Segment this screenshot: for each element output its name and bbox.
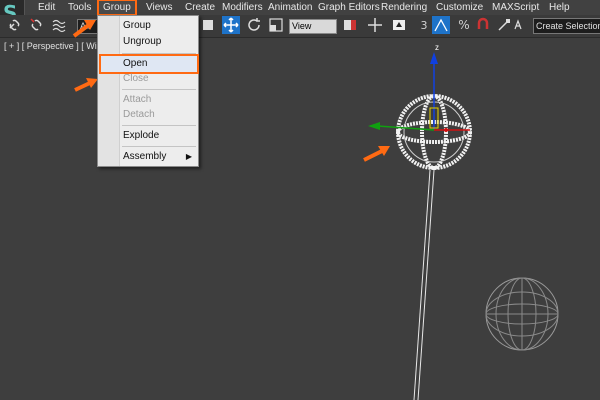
link-icon[interactable]: [6, 16, 24, 34]
menu-item-explode-label: Explode: [123, 130, 160, 141]
menu-item-attach-label: Attach: [123, 94, 152, 105]
keyboard-shortcut-icon[interactable]: [390, 16, 408, 34]
pivot-center-icon[interactable]: [341, 16, 359, 34]
menu-item-assembly-label: Assembly: [123, 151, 167, 162]
menu-views[interactable]: Views: [146, 1, 173, 14]
move-gizmo[interactable]: [368, 52, 470, 132]
percent-snap-icon[interactable]: %: [455, 16, 473, 34]
menu-separator: [122, 89, 196, 90]
menu-create[interactable]: Create: [185, 1, 215, 14]
window-crossing-icon[interactable]: [199, 16, 217, 34]
edit-named-selection-icon[interactable]: [495, 16, 513, 34]
menu-item-detach: Detach: [98, 107, 198, 123]
menu-item-ungroup-label: Ungroup: [123, 36, 162, 47]
menu-maxscript[interactable]: MAXScript: [492, 1, 539, 14]
viewport-scene: z: [74, 43, 559, 400]
menu-item-close: Close: [98, 71, 198, 87]
named-selection-set-input[interactable]: Create Selection Se: [533, 18, 600, 34]
gizmo-z-label: z: [435, 43, 439, 52]
reference-coordinate-dropdown[interactable]: View: [289, 19, 337, 34]
snap-label: 3: [420, 18, 428, 32]
rotate-icon[interactable]: [245, 16, 263, 34]
spelling-icon[interactable]: [512, 16, 530, 34]
menu-item-group[interactable]: Group: [98, 18, 198, 34]
background-sphere-object: [485, 277, 559, 351]
menu-item-ungroup[interactable]: Ungroup: [98, 34, 198, 50]
annotation-arrow-group: [72, 20, 96, 38]
menu-separator: [122, 146, 196, 147]
menu-item-explode[interactable]: Explode: [98, 128, 198, 144]
manipulate-icon[interactable]: [366, 16, 384, 34]
menu-item-close-label: Close: [123, 73, 149, 84]
menu-item-open-label: Open: [123, 58, 148, 69]
pole-object: [413, 169, 435, 400]
menu-item-detach-label: Detach: [123, 109, 155, 120]
menu-animation[interactable]: Animation: [268, 1, 312, 14]
select-move-icon[interactable]: [222, 16, 240, 34]
group-menu-dropdown: Group Ungroup Open Close Attach Detach E…: [97, 15, 199, 167]
scale-icon[interactable]: [267, 16, 285, 34]
menu-edit[interactable]: Edit: [38, 1, 55, 14]
submenu-arrow-icon: ▶: [185, 152, 192, 161]
menu-rendering[interactable]: Rendering: [381, 1, 427, 14]
menu-help[interactable]: Help: [549, 1, 570, 14]
annotation-arrow-viewport: [363, 146, 390, 162]
menu-group[interactable]: Group: [97, 0, 137, 16]
menu-item-assembly[interactable]: Assembly ▶: [98, 149, 198, 165]
snap-icon[interactable]: 3: [415, 16, 433, 34]
annotation-arrow-open: [74, 78, 98, 92]
menu-customize[interactable]: Customize: [436, 1, 483, 14]
menu-graph-editors[interactable]: Graph Editors: [318, 1, 380, 14]
angle-snap-icon[interactable]: [432, 16, 450, 34]
menu-separator: [122, 125, 196, 126]
menu-item-group-label: Group: [123, 20, 151, 31]
spinner-snap-icon[interactable]: [474, 16, 492, 34]
menu-modifiers[interactable]: Modifiers: [222, 1, 263, 14]
menu-item-attach: Attach: [98, 92, 198, 108]
unlink-icon[interactable]: [28, 16, 46, 34]
